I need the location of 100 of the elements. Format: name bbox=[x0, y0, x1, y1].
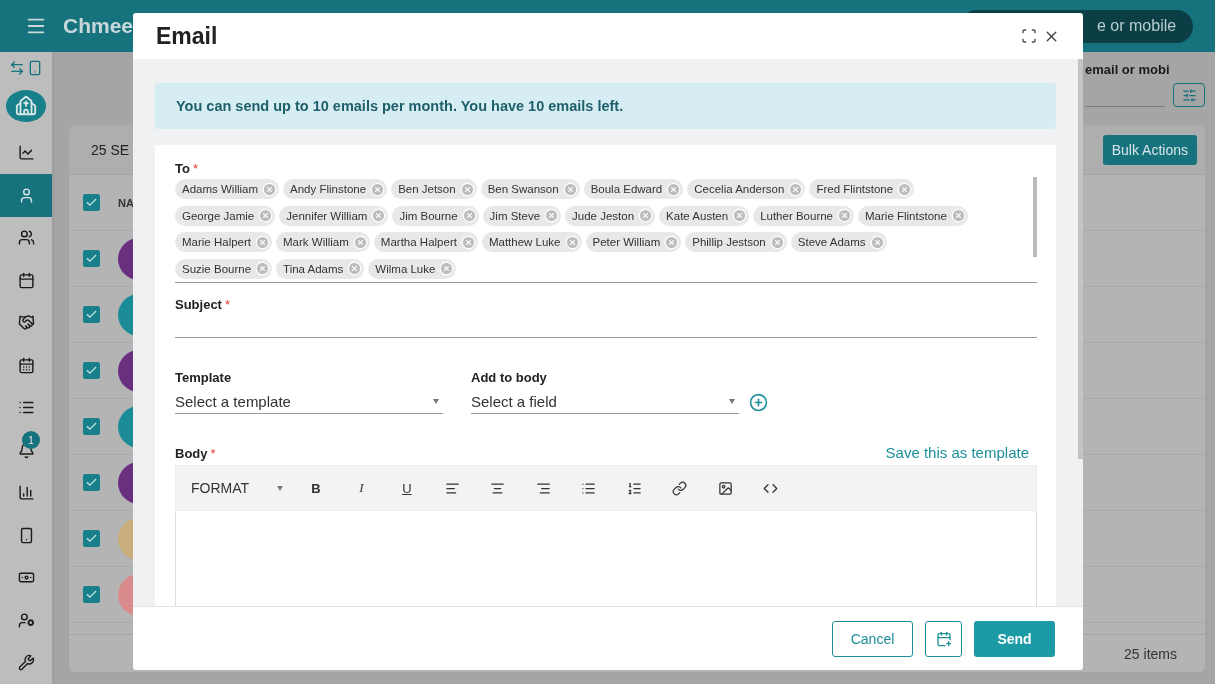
remove-icon[interactable] bbox=[461, 208, 477, 223]
recipient-chip[interactable]: Steve Adams bbox=[790, 232, 887, 252]
remove-icon[interactable] bbox=[460, 234, 476, 250]
bar-chart-icon bbox=[17, 484, 35, 502]
check-icon bbox=[85, 476, 98, 489]
align-right-icon[interactable] bbox=[535, 480, 551, 496]
save-template-link[interactable]: Save this as template bbox=[885, 444, 1029, 461]
subject-label: Subject bbox=[175, 297, 222, 312]
align-left-icon[interactable] bbox=[444, 480, 460, 496]
remove-icon[interactable] bbox=[950, 208, 966, 223]
recipient-chip[interactable]: Marie Flintstone bbox=[858, 205, 968, 226]
phone-icon[interactable] bbox=[27, 60, 43, 76]
remove-icon[interactable] bbox=[347, 261, 363, 276]
row-checkbox[interactable] bbox=[83, 362, 100, 379]
recipient-chip[interactable]: Adams William bbox=[175, 179, 280, 199]
line-chart-icon bbox=[17, 144, 35, 162]
recipient-chip[interactable]: Wilma Luke bbox=[368, 258, 457, 279]
remove-icon[interactable] bbox=[371, 208, 387, 223]
recipient-chip[interactable]: Tina Adams bbox=[276, 258, 365, 279]
link-icon[interactable] bbox=[672, 480, 688, 496]
remove-icon[interactable] bbox=[564, 234, 580, 250]
recipient-chip[interactable]: Jude Jeston bbox=[565, 205, 656, 226]
row-checkbox[interactable] bbox=[83, 530, 100, 547]
remove-icon[interactable] bbox=[255, 261, 271, 276]
row-checkbox[interactable] bbox=[83, 418, 100, 435]
bulk-actions-button[interactable]: Bulk Actions bbox=[1102, 134, 1197, 165]
calendar-icon bbox=[17, 271, 35, 289]
recipient-chip[interactable]: Boula Edward bbox=[583, 179, 684, 199]
remove-icon[interactable] bbox=[562, 181, 578, 197]
underline-button[interactable]: U bbox=[384, 480, 430, 496]
row-checkbox[interactable] bbox=[83, 306, 100, 323]
format-dropdown[interactable]: FORMAT bbox=[191, 480, 284, 496]
recipient-chip[interactable]: Andy Flinstone bbox=[283, 179, 388, 199]
row-checkbox[interactable] bbox=[83, 474, 100, 491]
remove-icon[interactable] bbox=[664, 234, 680, 250]
bold-button[interactable]: B bbox=[293, 480, 339, 496]
recipient-chip[interactable]: George Jamie bbox=[175, 205, 276, 226]
recipient-chip[interactable]: Jim Bourne bbox=[392, 205, 479, 226]
add-to-body-label: Add to body bbox=[471, 370, 548, 385]
template-label: Template bbox=[175, 370, 233, 385]
image-icon[interactable] bbox=[717, 480, 733, 496]
check-icon bbox=[85, 420, 98, 433]
scrollbar[interactable] bbox=[1078, 59, 1083, 459]
remove-icon[interactable] bbox=[638, 208, 654, 223]
remove-icon[interactable] bbox=[869, 234, 885, 250]
user-gear-icon bbox=[17, 611, 35, 629]
add-icon[interactable] bbox=[749, 393, 768, 412]
required-mark: * bbox=[224, 297, 231, 312]
recipient-chip[interactable]: Marie Halpert bbox=[175, 232, 273, 252]
row-checkbox[interactable] bbox=[83, 586, 100, 603]
remove-icon[interactable] bbox=[255, 234, 271, 250]
remove-icon[interactable] bbox=[370, 181, 386, 197]
italic-button[interactable]: I bbox=[338, 480, 385, 496]
check-icon bbox=[85, 588, 98, 601]
template-select[interactable]: Select a template bbox=[175, 390, 443, 414]
remove-icon[interactable] bbox=[352, 234, 368, 250]
dialog-title: Email bbox=[156, 22, 218, 50]
recipient-chip[interactable]: Mark William bbox=[276, 232, 370, 252]
remove-icon[interactable] bbox=[439, 261, 455, 276]
sidebar-item[interactable]: 1 bbox=[0, 429, 52, 472]
remove-icon[interactable] bbox=[837, 208, 852, 223]
recipient-chip[interactable]: Jim Steve bbox=[482, 205, 562, 226]
recipient-chip[interactable]: Phillip Jestson bbox=[685, 232, 787, 252]
recipients-field[interactable] bbox=[175, 177, 1037, 283]
remove-icon[interactable] bbox=[258, 208, 274, 223]
recipient-chip[interactable]: Kate Austen bbox=[659, 205, 750, 226]
scrollbar[interactable] bbox=[1033, 177, 1037, 257]
select-all-checkbox[interactable] bbox=[83, 194, 100, 211]
remove-icon[interactable] bbox=[769, 234, 785, 250]
recipient-chip[interactable]: Jennifer William bbox=[279, 205, 389, 226]
schedule-button[interactable] bbox=[925, 620, 962, 657]
numbered-list-icon[interactable] bbox=[626, 480, 642, 496]
required-mark: * bbox=[192, 161, 198, 176]
recipient-chip[interactable]: Peter William bbox=[585, 232, 682, 252]
recipient-chip[interactable]: Fred Flintstone bbox=[809, 179, 915, 199]
align-center-icon[interactable] bbox=[490, 480, 506, 496]
recipient-chip[interactable]: Martha Halpert bbox=[373, 232, 478, 252]
recipient-chip[interactable]: Cecelia Anderson bbox=[687, 179, 806, 199]
remove-icon[interactable] bbox=[732, 208, 748, 223]
bullet-list-icon[interactable] bbox=[581, 480, 597, 496]
handshake-icon bbox=[17, 314, 35, 332]
calendar-plus-icon bbox=[935, 630, 952, 647]
remove-icon[interactable] bbox=[897, 181, 913, 197]
swap-arrows-icon[interactable] bbox=[9, 60, 25, 76]
fullscreen-icon[interactable] bbox=[1021, 27, 1037, 44]
recipient-chip[interactable]: Luther Bourne bbox=[753, 205, 854, 226]
filter-button[interactable] bbox=[1173, 83, 1205, 107]
row-checkbox[interactable] bbox=[83, 250, 100, 267]
remove-icon[interactable] bbox=[666, 181, 682, 197]
recipient-chip[interactable]: Matthew Luke bbox=[481, 232, 582, 252]
check-icon bbox=[85, 308, 98, 321]
recipient-chip[interactable]: Suzie Bourne bbox=[175, 258, 273, 279]
field-select[interactable]: Select a field bbox=[471, 390, 739, 414]
remove-icon[interactable] bbox=[459, 181, 475, 197]
remove-icon[interactable] bbox=[262, 181, 278, 197]
recipient-chip[interactable]: Ben Swanson bbox=[480, 179, 580, 199]
remove-icon[interactable] bbox=[544, 208, 560, 223]
cancel-button[interactable]: Cancel bbox=[832, 620, 913, 657]
recipient-chip[interactable]: Ben Jetson bbox=[391, 179, 477, 199]
remove-icon[interactable] bbox=[788, 181, 804, 197]
